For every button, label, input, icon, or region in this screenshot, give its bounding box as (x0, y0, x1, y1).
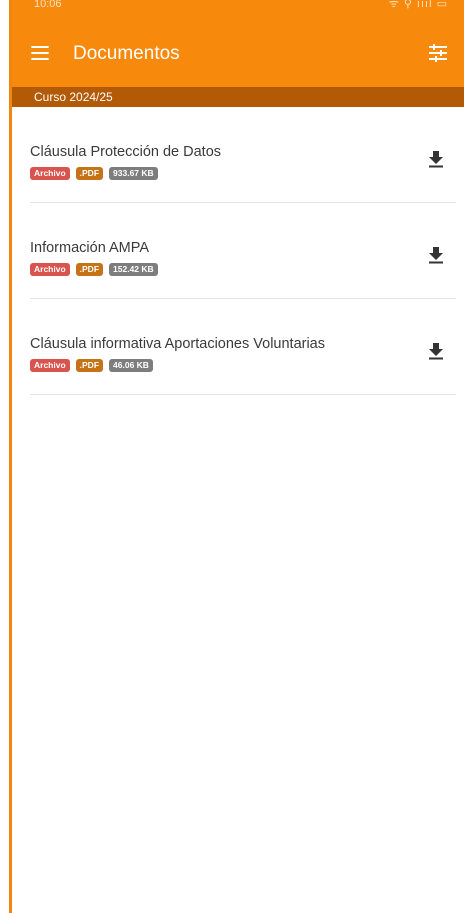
download-button[interactable] (428, 150, 444, 168)
type-badge: Archivo (30, 167, 70, 180)
list-item[interactable]: Cláusula informativa Aportaciones Volunt… (30, 299, 456, 395)
type-badge: Archivo (30, 359, 70, 372)
document-title: Cláusula informativa Aportaciones Volunt… (30, 336, 325, 352)
download-button[interactable] (428, 342, 444, 360)
list-item[interactable]: Cláusula Protección de Datos Archivo .PD… (30, 107, 456, 203)
course-bar: Curso 2024/25 (12, 87, 464, 107)
status-bar: 10:06 ᯤ ⚲ ıııl ▭ (12, 0, 464, 16)
download-icon (429, 247, 443, 264)
document-tags: Archivo .PDF 46.06 KB (30, 359, 153, 372)
download-icon (429, 343, 443, 360)
download-icon (429, 151, 443, 168)
status-icons: ᯤ ⚲ ıııl ▭ (388, 0, 448, 10)
menu-button[interactable] (29, 42, 53, 66)
left-edge (0, 0, 12, 913)
document-title: Cláusula Protección de Datos (30, 144, 222, 160)
app-window: 10:06 ᯤ ⚲ ıııl ▭ Documentos Curso 2024/2… (12, 0, 464, 913)
menu-icon-line (31, 58, 49, 60)
format-badge: .PDF (75, 359, 104, 372)
document-tags: Archivo .PDF 152.42 KB (30, 263, 158, 276)
menu-icon-line (31, 52, 49, 54)
download-button[interactable] (428, 246, 444, 264)
course-label: Curso 2024/25 (34, 90, 113, 104)
format-badge: .PDF (75, 263, 104, 276)
document-title: Información AMPA (30, 240, 150, 256)
type-badge: Archivo (30, 263, 70, 276)
menu-icon-line (31, 46, 49, 48)
status-time: 10:06 (34, 0, 62, 10)
size-badge: 933.67 KB (109, 167, 158, 180)
filter-button[interactable] (426, 41, 450, 65)
size-badge: 46.06 KB (109, 359, 153, 372)
document-tags: Archivo .PDF 933.67 KB (30, 167, 158, 180)
filter-sliders-icon (429, 44, 447, 62)
page-title: Documentos (73, 43, 180, 64)
screen: 10:06 ᯤ ⚲ ıııl ▭ Documentos Curso 2024/2… (0, 0, 464, 913)
document-list: Cláusula Protección de Datos Archivo .PD… (12, 107, 464, 395)
app-bar: 10:06 ᯤ ⚲ ıııl ▭ Documentos (12, 0, 464, 87)
list-item[interactable]: Información AMPA Archivo .PDF 152.42 KB (30, 203, 456, 299)
format-badge: .PDF (75, 167, 104, 180)
size-badge: 152.42 KB (109, 263, 158, 276)
